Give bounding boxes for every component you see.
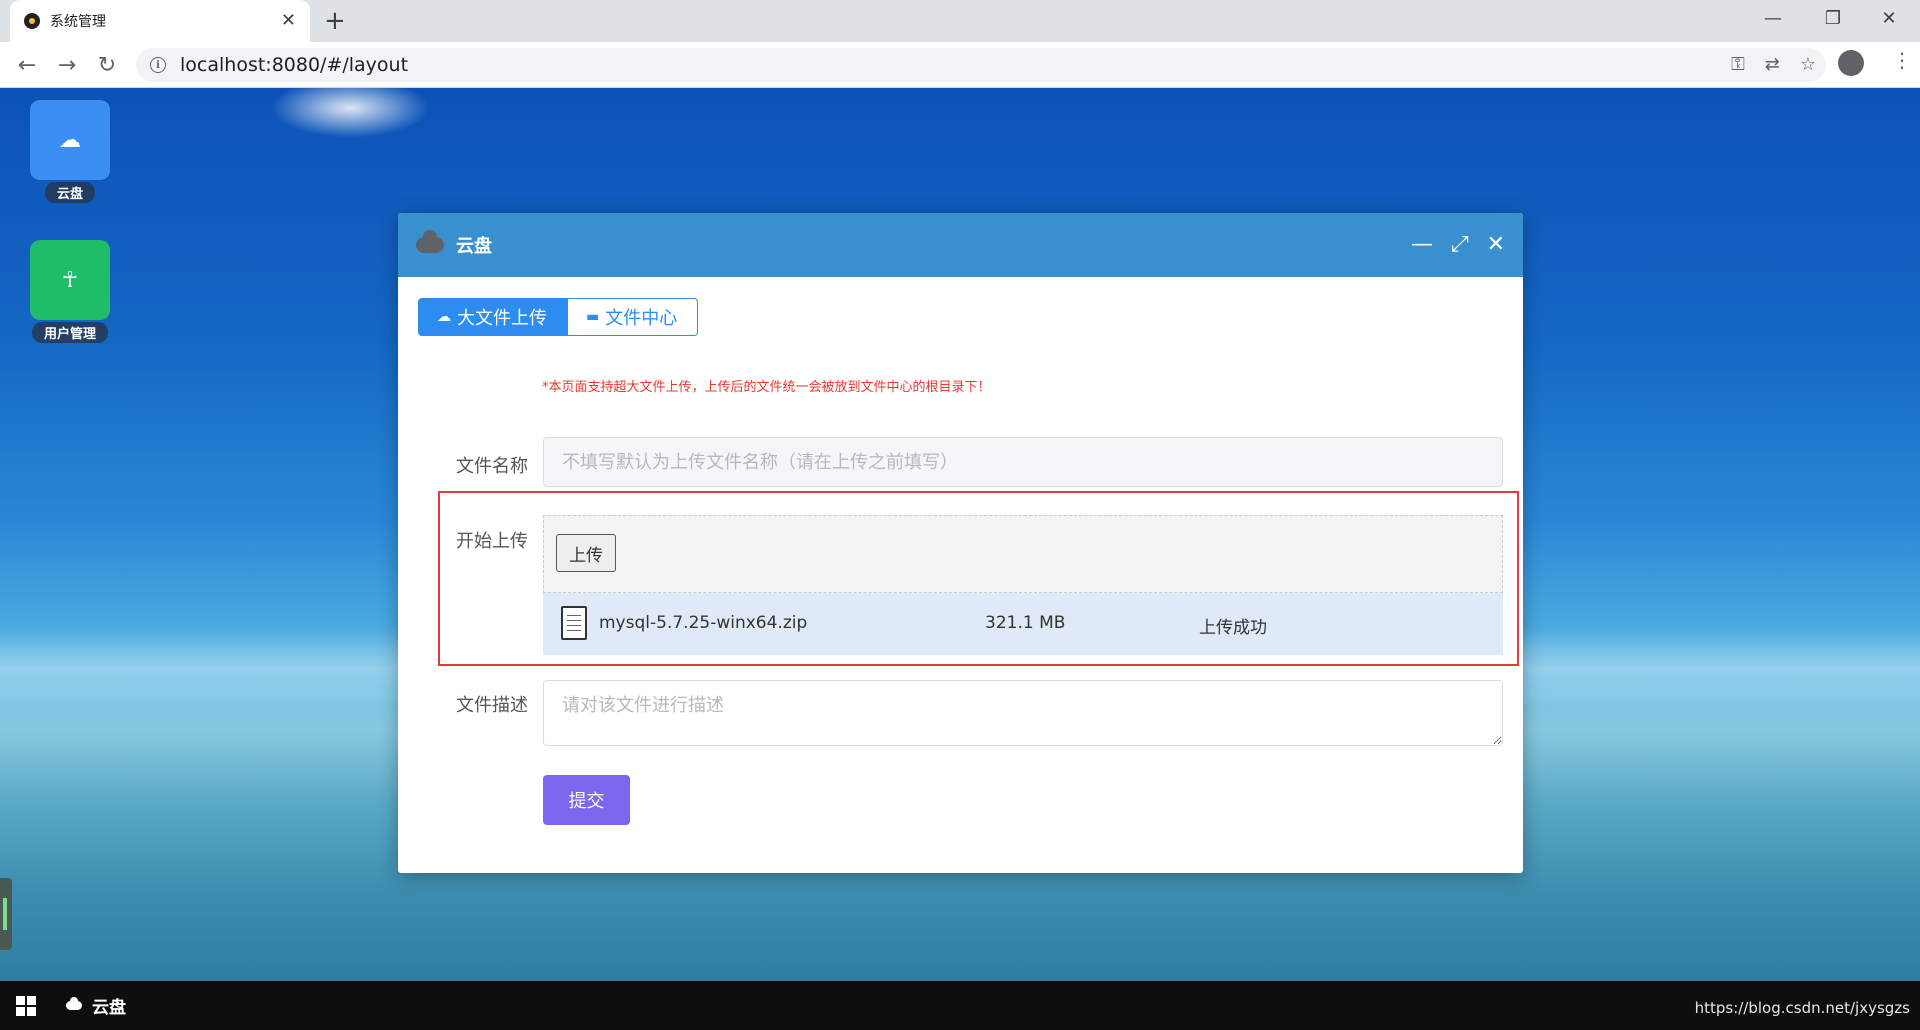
tab-label: 大文件上传: [457, 308, 547, 329]
address-bar[interactable]: i localhost:8080/#/layout ⚿ ⇄ ☆: [136, 48, 1826, 82]
sky-cloud: [270, 88, 430, 138]
taskbar-app-cloud-disk[interactable]: 云盘: [66, 981, 126, 1030]
upload-status: 上传成功: [1199, 618, 1267, 638]
file-name: mysql-5.7.25-winx64.zip: [599, 613, 808, 633]
tab-close-icon[interactable]: ✕: [281, 12, 296, 30]
tab-label: 文件中心: [605, 308, 678, 329]
filename-label: 文件名称: [456, 456, 528, 477]
upload-drop-area[interactable]: 上传: [543, 515, 1503, 593]
file-icon: [561, 606, 587, 640]
uploaded-file-row: mysql-5.7.25-winx64.zip 321.1 MB 上传成功: [543, 593, 1503, 655]
user-icon: ☥: [30, 240, 110, 320]
translate-icon[interactable]: ⇄: [1765, 54, 1780, 75]
window-minimize-button[interactable]: —: [1750, 0, 1796, 36]
dialog-minimize-icon[interactable]: —: [1411, 234, 1433, 256]
window-restore-button[interactable]: ❐: [1810, 0, 1856, 36]
site-info-icon[interactable]: i: [150, 57, 166, 73]
dialog-title: 云盘: [456, 236, 492, 257]
dialog-maximize-icon[interactable]: ⤢: [1451, 234, 1469, 256]
forward-button[interactable]: →: [52, 50, 82, 80]
key-icon[interactable]: ⚿: [1731, 54, 1745, 75]
file-size: 321.1 MB: [985, 613, 1066, 633]
dialog-header[interactable]: 云盘 — ⤢ ✕: [398, 213, 1523, 277]
url-text[interactable]: localhost:8080/#/layout: [180, 54, 408, 76]
favicon-icon: [24, 13, 40, 29]
taskbar-app-label: 云盘: [92, 998, 126, 1018]
cloud-icon: ☁: [30, 100, 110, 180]
dialog-close-icon[interactable]: ✕: [1487, 234, 1505, 256]
cloud-icon: [66, 997, 82, 1010]
browser-menu-icon[interactable]: ⋮: [1892, 48, 1912, 72]
tab-large-file-upload[interactable]: ☁ 大文件上传: [418, 298, 567, 336]
desktop-icon-user-management[interactable]: ☥ 用户管理: [30, 240, 110, 343]
start-menu-icon[interactable]: [16, 996, 36, 1016]
address-bar-actions: ⚿ ⇄ ☆: [1731, 54, 1816, 75]
desktop-icon-label: 用户管理: [31, 322, 108, 343]
filename-input[interactable]: [543, 437, 1503, 487]
submit-button[interactable]: 提交: [543, 775, 630, 825]
upload-label: 开始上传: [456, 531, 528, 552]
folder-icon: ▬: [586, 309, 600, 325]
browser-toolbar: ← → ↻ i localhost:8080/#/layout ⚿ ⇄ ☆ ⋮: [0, 42, 1920, 88]
desktop-icon-cloud-disk[interactable]: ☁ 云盘: [30, 100, 110, 203]
cloud-upload-icon: ☁: [437, 309, 451, 325]
tab-file-center[interactable]: ▬ 文件中心: [567, 298, 698, 336]
side-widget-handle[interactable]: [0, 878, 12, 950]
new-tab-button[interactable]: +: [324, 6, 346, 36]
window-close-button[interactable]: ✕: [1866, 0, 1912, 36]
upload-button[interactable]: 上传: [556, 534, 616, 572]
cloud-disk-dialog: 云盘 — ⤢ ✕ ☁ 大文件上传 ▬ 文件中心 *本页面支持超大文件上传，上传后…: [398, 213, 1523, 873]
description-textarea[interactable]: [543, 680, 1503, 746]
reload-button[interactable]: ↻: [92, 50, 122, 80]
tab-title: 系统管理: [50, 14, 106, 30]
profile-avatar-icon[interactable]: [1838, 50, 1864, 76]
bookmark-star-icon[interactable]: ☆: [1800, 54, 1816, 75]
browser-tab-bar: 系统管理 ✕ + — ❐ ✕: [0, 0, 1920, 42]
desktop-icon-label: 云盘: [44, 182, 95, 203]
cloud-icon: [416, 230, 444, 253]
watermark-text: https://blog.csdn.net/jxysgzs: [1694, 999, 1910, 1017]
taskbar: 云盘 https://blog.csdn.net/jxysgzs: [0, 981, 1920, 1030]
back-button[interactable]: ←: [12, 50, 42, 80]
dialog-tabs: ☁ 大文件上传 ▬ 文件中心: [418, 298, 698, 336]
browser-tab[interactable]: 系统管理 ✕: [10, 0, 310, 42]
upload-notice: *本页面支持超大文件上传，上传后的文件统一会被放到文件中心的根目录下！: [542, 380, 991, 395]
description-label: 文件描述: [456, 695, 528, 716]
